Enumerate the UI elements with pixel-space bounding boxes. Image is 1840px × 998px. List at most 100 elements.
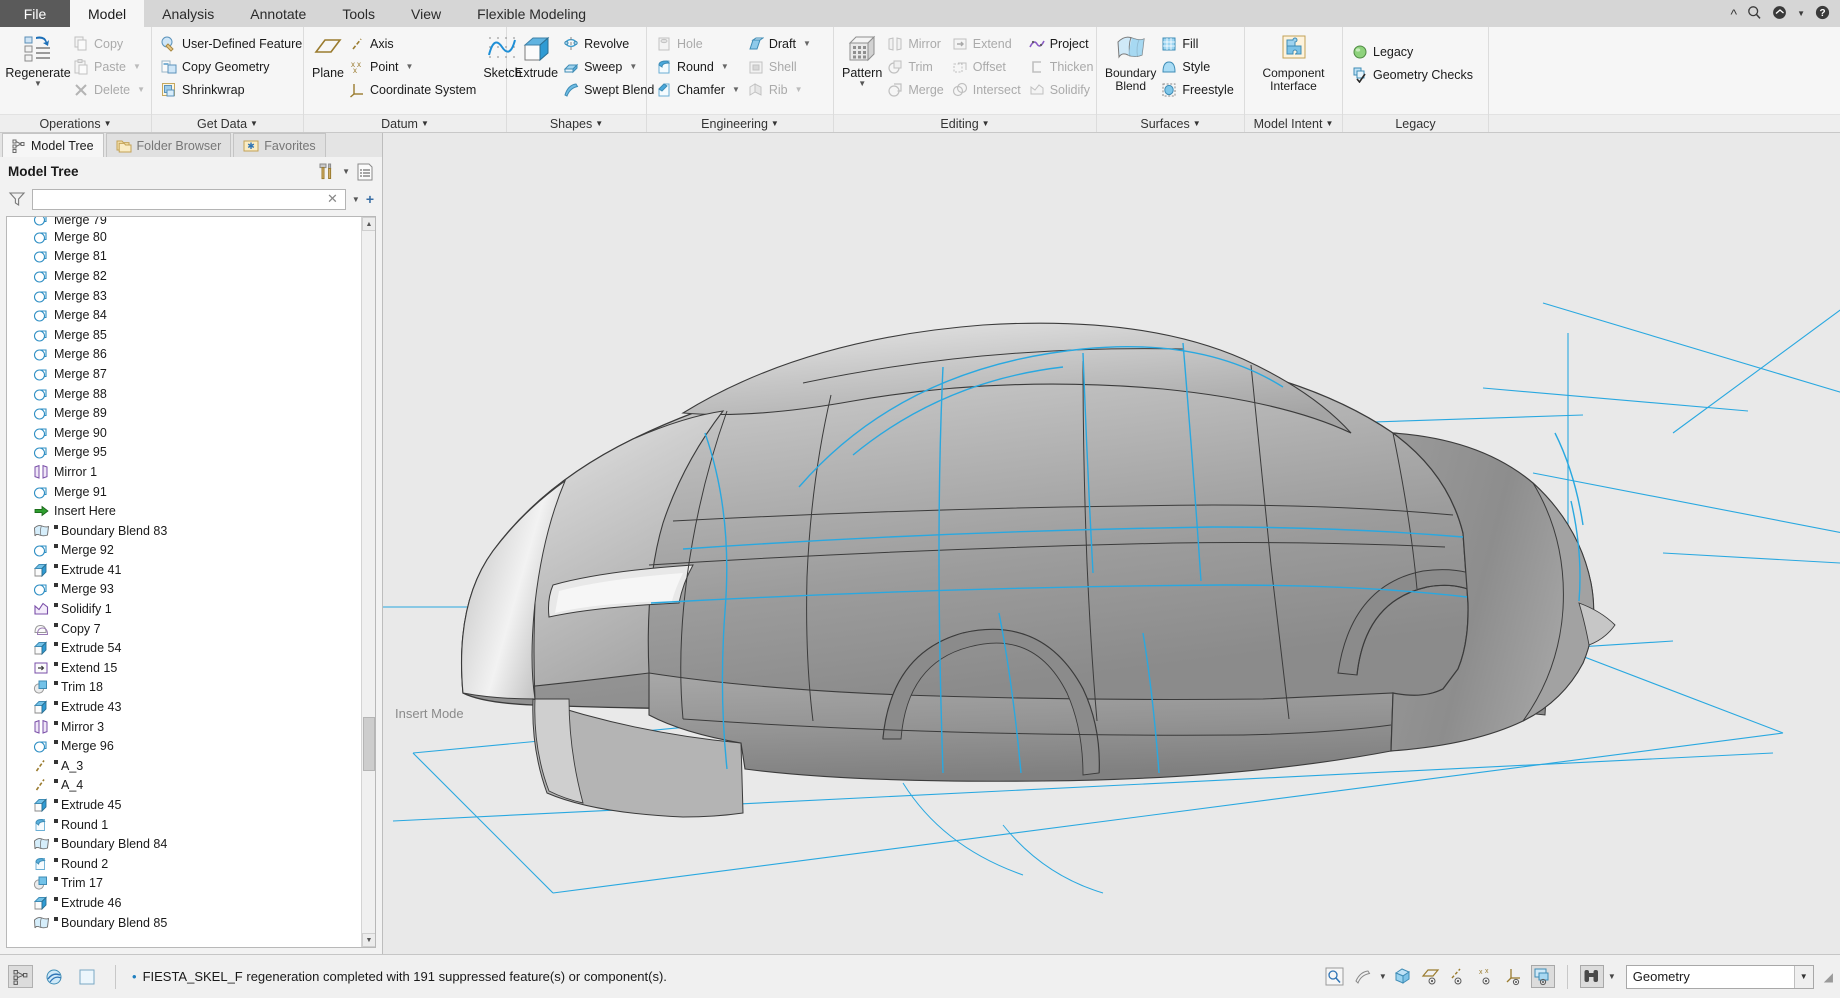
mirror-button[interactable]: Mirror [884,32,948,55]
tree-item[interactable]: Round 1 [7,815,361,835]
tree-item[interactable]: Extrude 54 [7,638,361,658]
geometry-checks-button[interactable]: Geometry Checks [1349,63,1478,86]
draft-caret-icon[interactable]: ▼ [803,39,811,48]
shell-button[interactable]: Shell [745,55,816,78]
spin-center-icon[interactable] [1351,965,1375,988]
tree-item[interactable]: Merge 84 [7,305,361,325]
tree-item[interactable]: Merge 80 [7,227,361,247]
clear-x-icon[interactable]: ✕ [324,191,341,207]
tree-item[interactable]: Merge 93 [7,580,361,600]
tree-item[interactable]: Merge 89 [7,403,361,423]
revolve-button[interactable]: Revolve [560,32,659,55]
tree-item[interactable]: Merge 81 [7,247,361,267]
fill-button[interactable]: Fill [1158,32,1238,55]
tab-analysis[interactable]: Analysis [144,0,232,27]
tab-flexible-modeling[interactable]: Flexible Modeling [459,0,604,27]
display-list-icon[interactable] [356,163,374,181]
model-tree-scrollbar[interactable]: ▲ ▼ [361,217,375,947]
filter-caret-icon[interactable]: ▼ [352,195,360,204]
tree-item[interactable]: Trim 18 [7,678,361,698]
tab-annotate[interactable]: Annotate [232,0,324,27]
tree-item[interactable]: A_3 [7,756,361,776]
select-caret-icon[interactable]: ▼ [1793,965,1813,988]
thicken-button[interactable]: Thicken [1026,55,1099,78]
settings-tools-icon[interactable] [318,163,336,181]
extrude-button[interactable]: Extrude [513,31,560,81]
layers-icon[interactable] [41,965,66,988]
user-defined-feature-button[interactable]: User-Defined Feature [158,32,307,55]
delete-caret-icon[interactable]: ▼ [137,85,145,94]
model-tree-toggle-icon[interactable] [8,965,33,988]
tab-view[interactable]: View [393,0,459,27]
plane-button[interactable]: Plane [310,31,346,81]
legacy-button[interactable]: Legacy [1349,40,1478,63]
swept-blend-button[interactable]: Swept Blend [560,78,659,101]
shrinkwrap-button[interactable]: Shrinkwrap [158,78,307,101]
group-label-legacy[interactable]: Legacy [1343,114,1488,132]
intersect-button[interactable]: Intersect [949,78,1026,101]
scroll-down-arrow-icon[interactable]: ▼ [362,933,375,947]
tree-item[interactable]: Extrude 45 [7,795,361,815]
annotation-display-icon[interactable] [1530,965,1555,988]
tree-item[interactable]: Round 2 [7,854,361,874]
group-label-engineering[interactable]: Engineering ▼ [647,114,833,132]
tree-item[interactable]: Extend 15 [7,658,361,678]
component-interface-button[interactable]: Component Interface [1251,31,1336,93]
scrollbar-thumb[interactable] [363,717,375,771]
tree-item[interactable]: Copy 7 [7,619,361,639]
axis-display-icon[interactable] [1447,965,1471,988]
group-label-editing[interactable]: Editing ▼ [834,114,1096,132]
point-button[interactable]: xxx Point ▼ [346,55,481,78]
group-label-datum[interactable]: Datum ▼ [304,114,506,132]
tree-item[interactable]: Insert Here [7,501,361,521]
tab-file[interactable]: File [0,0,70,27]
group-label-get-data[interactable]: Get Data ▼ [152,114,303,132]
tree-item[interactable]: Extrude 41 [7,560,361,580]
tab-model[interactable]: Model [70,0,145,27]
point-caret-icon[interactable]: ▼ [406,62,414,71]
boundary-blend-button[interactable]: Boundary Blend [1103,31,1158,93]
sweep-caret-icon[interactable]: ▼ [629,62,637,71]
resize-grip-icon[interactable]: ◢ [1824,970,1833,984]
freestyle-button[interactable]: Freestyle [1158,78,1238,101]
chamfer-caret-icon[interactable]: ▼ [732,85,740,94]
extend-button[interactable]: Extend [949,32,1026,55]
tree-item[interactable]: Merge 79 [7,217,361,227]
tree-filter-input[interactable]: ✕ [32,188,346,210]
tree-item[interactable]: Merge 88 [7,384,361,404]
tree-item[interactable]: Trim 17 [7,874,361,894]
tree-item[interactable]: Solidify 1 [7,599,361,619]
group-label-operations[interactable]: Operations ▼ [0,114,151,132]
chamfer-button[interactable]: Chamfer ▼ [653,78,745,101]
search-icon[interactable] [1747,5,1762,22]
tree-item[interactable]: Merge 86 [7,345,361,365]
copy-geometry-button[interactable]: Copy Geometry [158,55,307,78]
project-button[interactable]: Project [1026,32,1099,55]
tree-item[interactable]: Extrude 43 [7,697,361,717]
copy-button[interactable]: Copy [70,32,150,55]
trim-button[interactable]: Trim [884,55,948,78]
hole-button[interactable]: Hole [653,32,745,55]
rib-button[interactable]: Rib ▼ [745,78,816,101]
collapse-ribbon-icon[interactable]: ^ [1731,7,1738,21]
datum-display-icon[interactable] [1391,965,1415,988]
offset-button[interactable]: Offset [949,55,1026,78]
tree-item[interactable]: Extrude 46 [7,893,361,913]
spin-center-caret-icon[interactable]: ▼ [1379,972,1387,981]
tab-model-tree[interactable]: Model Tree [2,133,104,157]
round-caret-icon[interactable]: ▼ [721,62,729,71]
group-label-model-intent[interactable]: Model Intent ▼ [1245,114,1342,132]
account-icon[interactable] [1772,5,1787,22]
tree-item[interactable]: Merge 90 [7,423,361,443]
graphics-viewport[interactable]: Insert Mode [383,133,1840,954]
pattern-button[interactable]: Pattern ▼ [840,31,884,87]
search-binoculars-icon[interactable] [1579,965,1604,988]
chevron-down-icon[interactable]: ▼ [1797,9,1805,18]
tree-item[interactable]: Merge 87 [7,364,361,384]
filter-add-icon[interactable]: + [366,191,374,207]
point-display-icon[interactable]: xx [1475,965,1499,988]
tree-item[interactable]: Merge 83 [7,286,361,306]
tree-item[interactable]: Merge 91 [7,482,361,502]
tree-item[interactable]: A_4 [7,776,361,796]
delete-button[interactable]: Delete ▼ [70,78,150,101]
